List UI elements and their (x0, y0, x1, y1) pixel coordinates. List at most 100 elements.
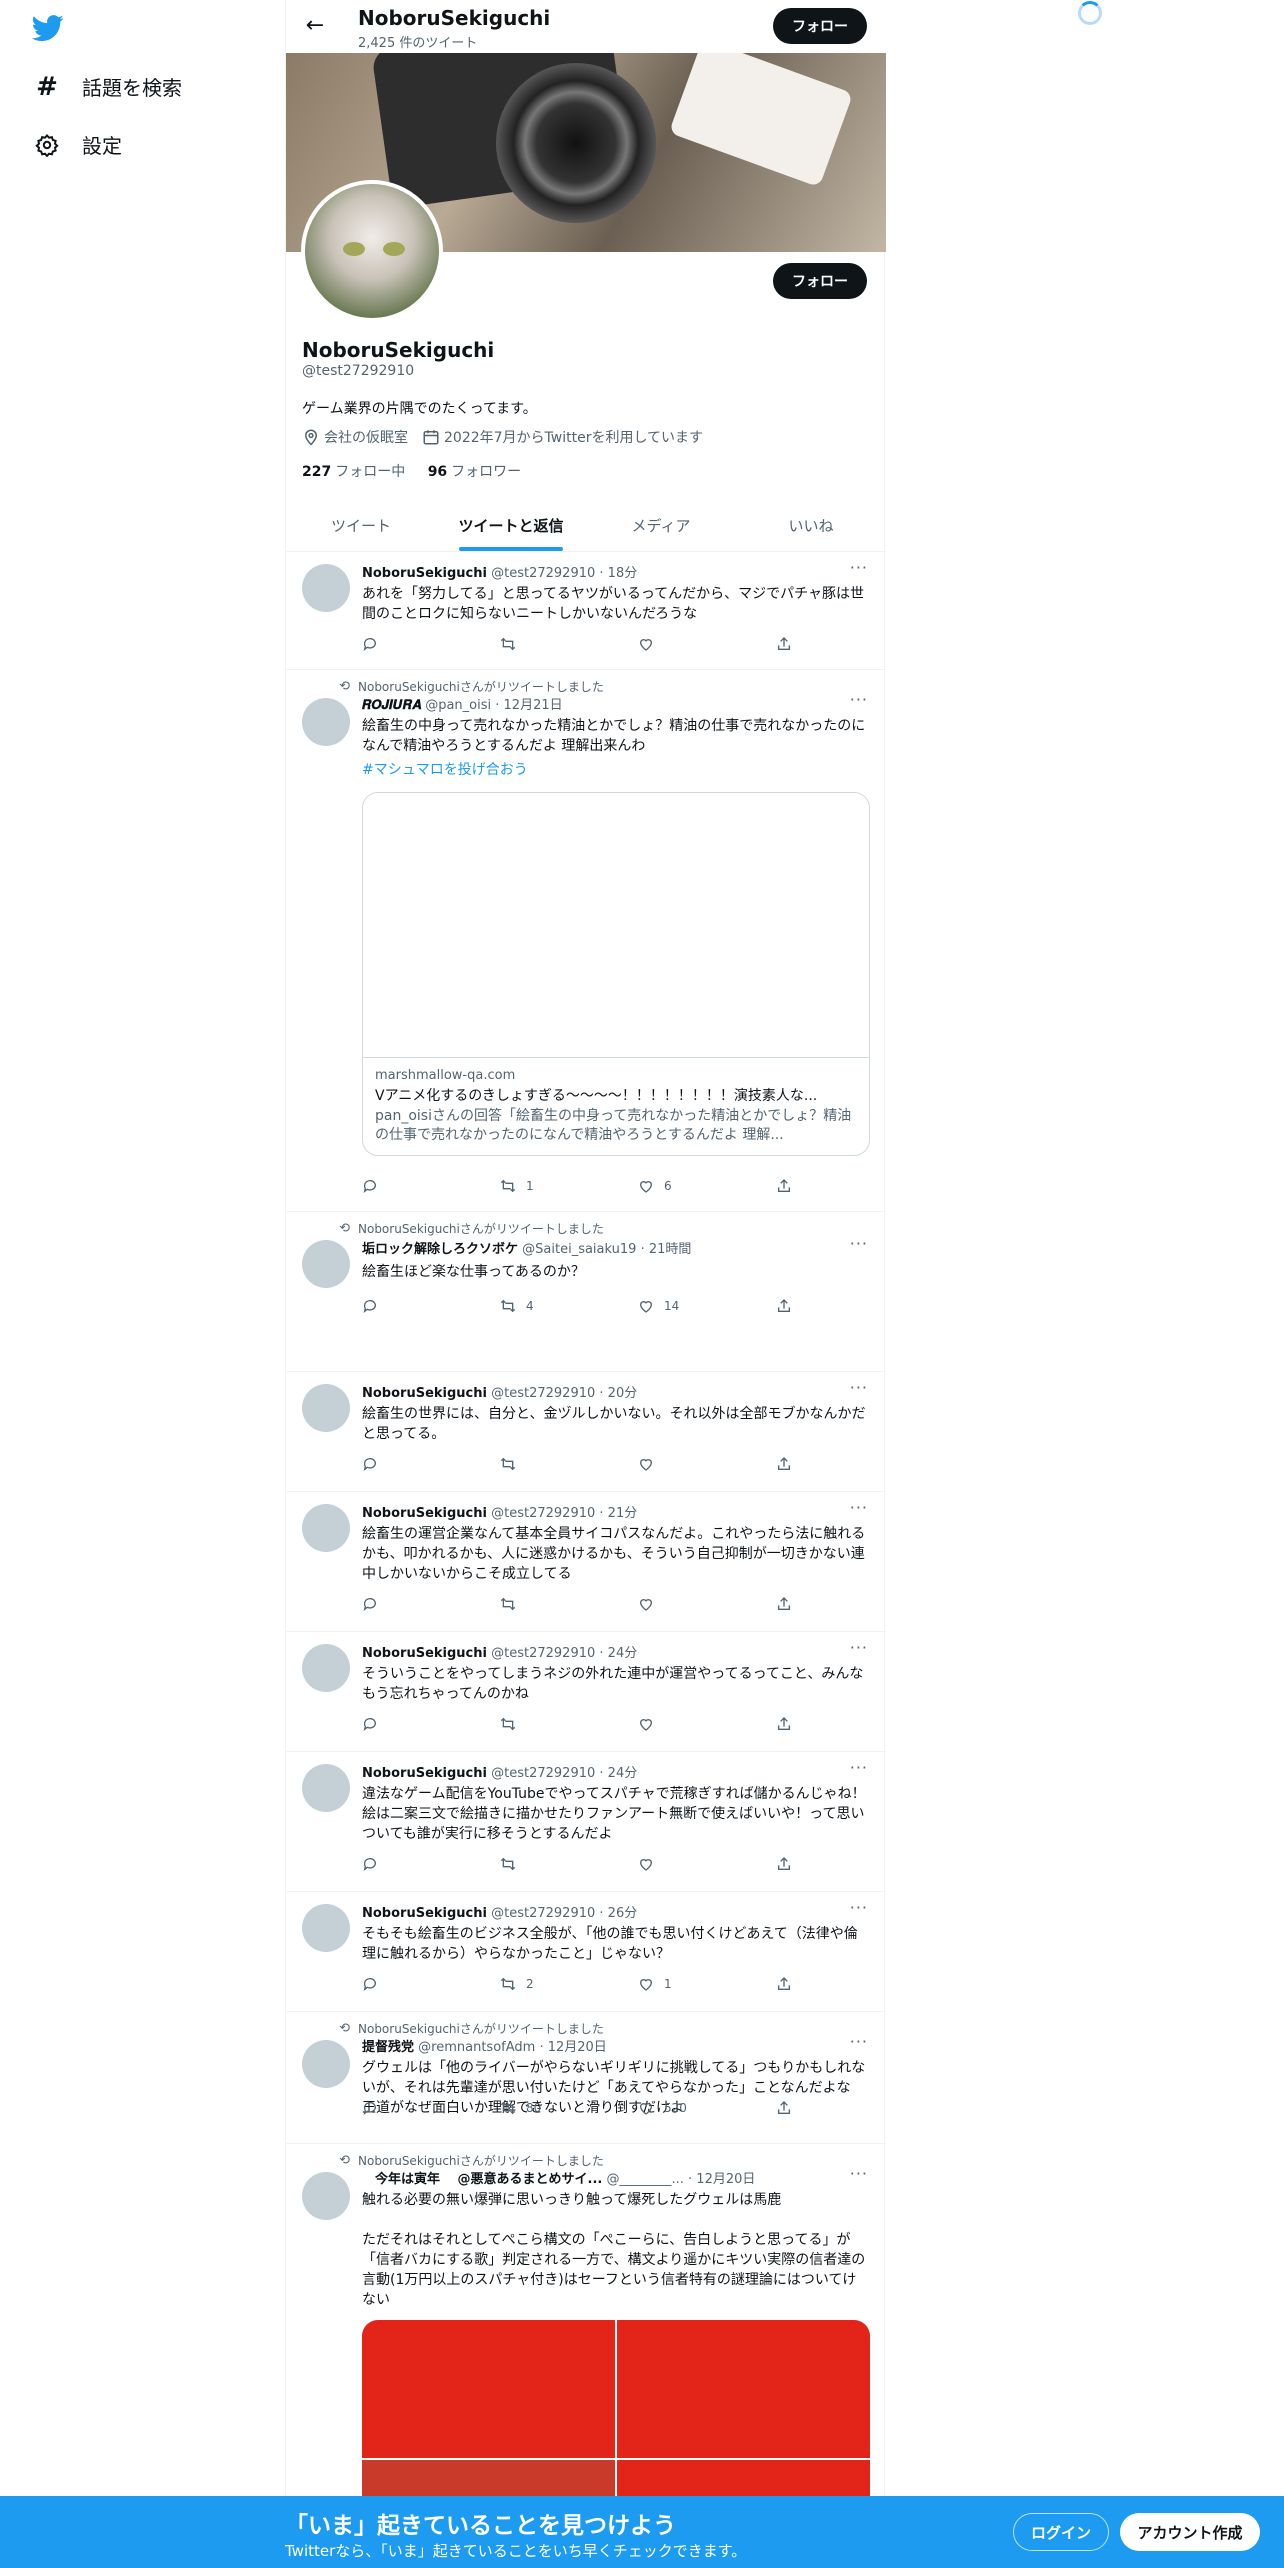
reply-button[interactable] (362, 1596, 432, 1612)
reply-button[interactable] (362, 1856, 432, 1872)
retweet-button[interactable]: 2 (500, 1976, 570, 1992)
author-name[interactable]: 提督残党 (362, 2040, 414, 2055)
avatar[interactable] (302, 1384, 350, 1432)
followers-link[interactable]: 96 フォロワー (428, 464, 521, 480)
following-link[interactable]: 227 フォロー中 (302, 464, 405, 480)
author-handle[interactable]: @test27292910 (491, 1506, 595, 1521)
nav-explore[interactable]: # 話題を検索 (34, 72, 182, 102)
author-handle[interactable]: @remnantsofAdm (418, 2040, 535, 2055)
tweet-time[interactable]: · 18分 (599, 566, 637, 581)
like-button[interactable] (638, 1456, 708, 1472)
header-follow-button[interactable]: フォロー (773, 8, 867, 44)
author-handle[interactable]: @test27292910 (491, 1386, 595, 1401)
signup-button[interactable]: アカウント作成 (1120, 2513, 1260, 2551)
author-name[interactable]: 今年は寅年 @悪意あるまとめサイ... (362, 2172, 602, 2187)
tab-likes[interactable]: いいね (736, 500, 886, 551)
author-handle[interactable]: @test27292910 (491, 566, 595, 581)
tweet[interactable]: ⟲ NoboruSekiguchiさんがリツイートしました 提督残党 @remnan… (286, 2012, 886, 2144)
like-button[interactable] (638, 1856, 708, 1872)
author-name[interactable]: NoboruSekiguchi (362, 1386, 487, 1401)
more-options-icon[interactable]: ··· (850, 1498, 868, 1517)
share-button[interactable] (776, 2100, 792, 2116)
retweet-button[interactable] (500, 1456, 570, 1472)
like-button[interactable]: 1 (638, 1976, 708, 1992)
retweet-button[interactable] (500, 1856, 570, 1872)
reply-button[interactable] (362, 1178, 432, 1194)
avatar[interactable] (302, 1240, 350, 1288)
author-name[interactable]: NoboruSekiguchi (362, 1766, 487, 1781)
twitter-logo-icon[interactable] (32, 12, 64, 44)
tweet[interactable]: NoboruSekiguchi @test27292910 · 24分 ··· そう… (286, 1632, 886, 1752)
more-options-icon[interactable]: ··· (850, 690, 868, 709)
tweet[interactable]: ⟲ NoboruSekiguchiさんがリツイートしました 垢ロック解除しろクソボケ… (286, 1212, 886, 1372)
author-name[interactable]: NoboruSekiguchi (362, 1506, 487, 1521)
tweet-time[interactable]: · 24分 (599, 1766, 637, 1781)
like-button[interactable]: 6 (638, 1178, 708, 1194)
reply-button[interactable] (362, 1976, 432, 1992)
more-options-icon[interactable]: ··· (850, 1898, 868, 1917)
tweet[interactable]: NoboruSekiguchi @test27292910 · 24分 ··· 違法… (286, 1752, 886, 1892)
author-handle[interactable]: @test27292910 (491, 1906, 595, 1921)
avatar[interactable] (302, 1904, 350, 1952)
tweet[interactable]: NoboruSekiguchi @test27292910 · 18分 ··· あれ… (286, 552, 886, 670)
tweet-time[interactable]: · 24分 (599, 1646, 637, 1661)
profile-avatar[interactable] (301, 180, 443, 322)
nav-settings[interactable]: 設定 (34, 130, 122, 159)
avatar[interactable] (302, 698, 350, 746)
avatar[interactable] (302, 564, 350, 612)
share-button[interactable] (776, 1298, 792, 1314)
like-button[interactable] (638, 636, 708, 652)
retweet-button[interactable] (500, 1716, 570, 1732)
reply-button[interactable] (362, 2100, 432, 2116)
author-handle[interactable]: @________... (606, 2172, 683, 2187)
tweet[interactable]: NoboruSekiguchi @test27292910 · 21分 ··· 絵畜… (286, 1492, 886, 1632)
more-options-icon[interactable]: ··· (850, 1234, 868, 1253)
tweet[interactable]: NoboruSekiguchi @test27292910 · 26分 ··· そも… (286, 1892, 886, 2012)
avatar[interactable] (302, 1764, 350, 1812)
like-button[interactable] (638, 1716, 708, 1732)
back-arrow-icon[interactable]: ← (302, 13, 328, 39)
share-button[interactable] (776, 1456, 792, 1472)
author-handle[interactable]: @test27292910 (491, 1646, 595, 1661)
tweet[interactable]: NoboruSekiguchi @test27292910 · 20分 ··· 絵畜… (286, 1372, 886, 1492)
login-button[interactable]: ログイン (1013, 2513, 1109, 2551)
share-button[interactable] (776, 1716, 792, 1732)
like-button[interactable]: 520 (638, 2100, 708, 2116)
author-name[interactable]: NoboruSekiguchi (362, 1906, 487, 1921)
more-options-icon[interactable]: ··· (850, 558, 868, 577)
tab-tweets[interactable]: ツイート (286, 500, 436, 551)
share-button[interactable] (776, 1178, 792, 1194)
author-name[interactable]: 垢ロック解除しろクソボケ (362, 1242, 518, 1257)
share-button[interactable] (776, 636, 792, 652)
tweet[interactable]: ⟲ NoboruSekiguchiさんがリツイートしました 𝑹𝑶𝑱𝑰𝑼𝑹𝑨 @pan… (286, 670, 886, 1212)
author-name[interactable]: 𝑹𝑶𝑱𝑰𝑼𝑹𝑨 (362, 698, 421, 713)
tab-tweets-and-replies[interactable]: ツイートと返信 (436, 500, 586, 551)
reply-button[interactable] (362, 636, 432, 652)
tab-media[interactable]: メディア (586, 500, 736, 551)
tweet-time[interactable]: · 12月21日 (495, 698, 562, 713)
profile-follow-button[interactable]: フォロー (773, 263, 867, 299)
tweet-time[interactable]: · 12月20日 (539, 2040, 606, 2055)
hashtag-link[interactable]: #マシュマロを投げ合おう (362, 760, 870, 780)
tweet-time[interactable]: · 21時間 (641, 1242, 692, 1257)
retweet-button[interactable]: 4 (500, 1298, 570, 1314)
avatar[interactable] (302, 2040, 350, 2088)
more-options-icon[interactable]: ··· (850, 1378, 868, 1397)
retweet-button[interactable] (500, 1596, 570, 1612)
reply-button[interactable] (362, 1298, 432, 1314)
share-button[interactable] (776, 1856, 792, 1872)
avatar[interactable] (302, 2172, 350, 2220)
share-button[interactable] (776, 1976, 792, 1992)
tweet-time[interactable]: · 26分 (599, 1906, 637, 1921)
share-button[interactable] (776, 1596, 792, 1612)
like-button[interactable] (638, 1596, 708, 1612)
more-options-icon[interactable]: ··· (850, 1638, 868, 1657)
avatar[interactable] (302, 1504, 350, 1552)
reply-button[interactable] (362, 1456, 432, 1472)
like-button[interactable]: 14 (638, 1298, 708, 1314)
more-options-icon[interactable]: ··· (850, 2032, 868, 2051)
avatar[interactable] (302, 1644, 350, 1692)
retweet-button[interactable]: 1 (500, 1178, 570, 1194)
tweet-time[interactable]: · 20分 (599, 1386, 637, 1401)
more-options-icon[interactable]: ··· (850, 2164, 868, 2183)
